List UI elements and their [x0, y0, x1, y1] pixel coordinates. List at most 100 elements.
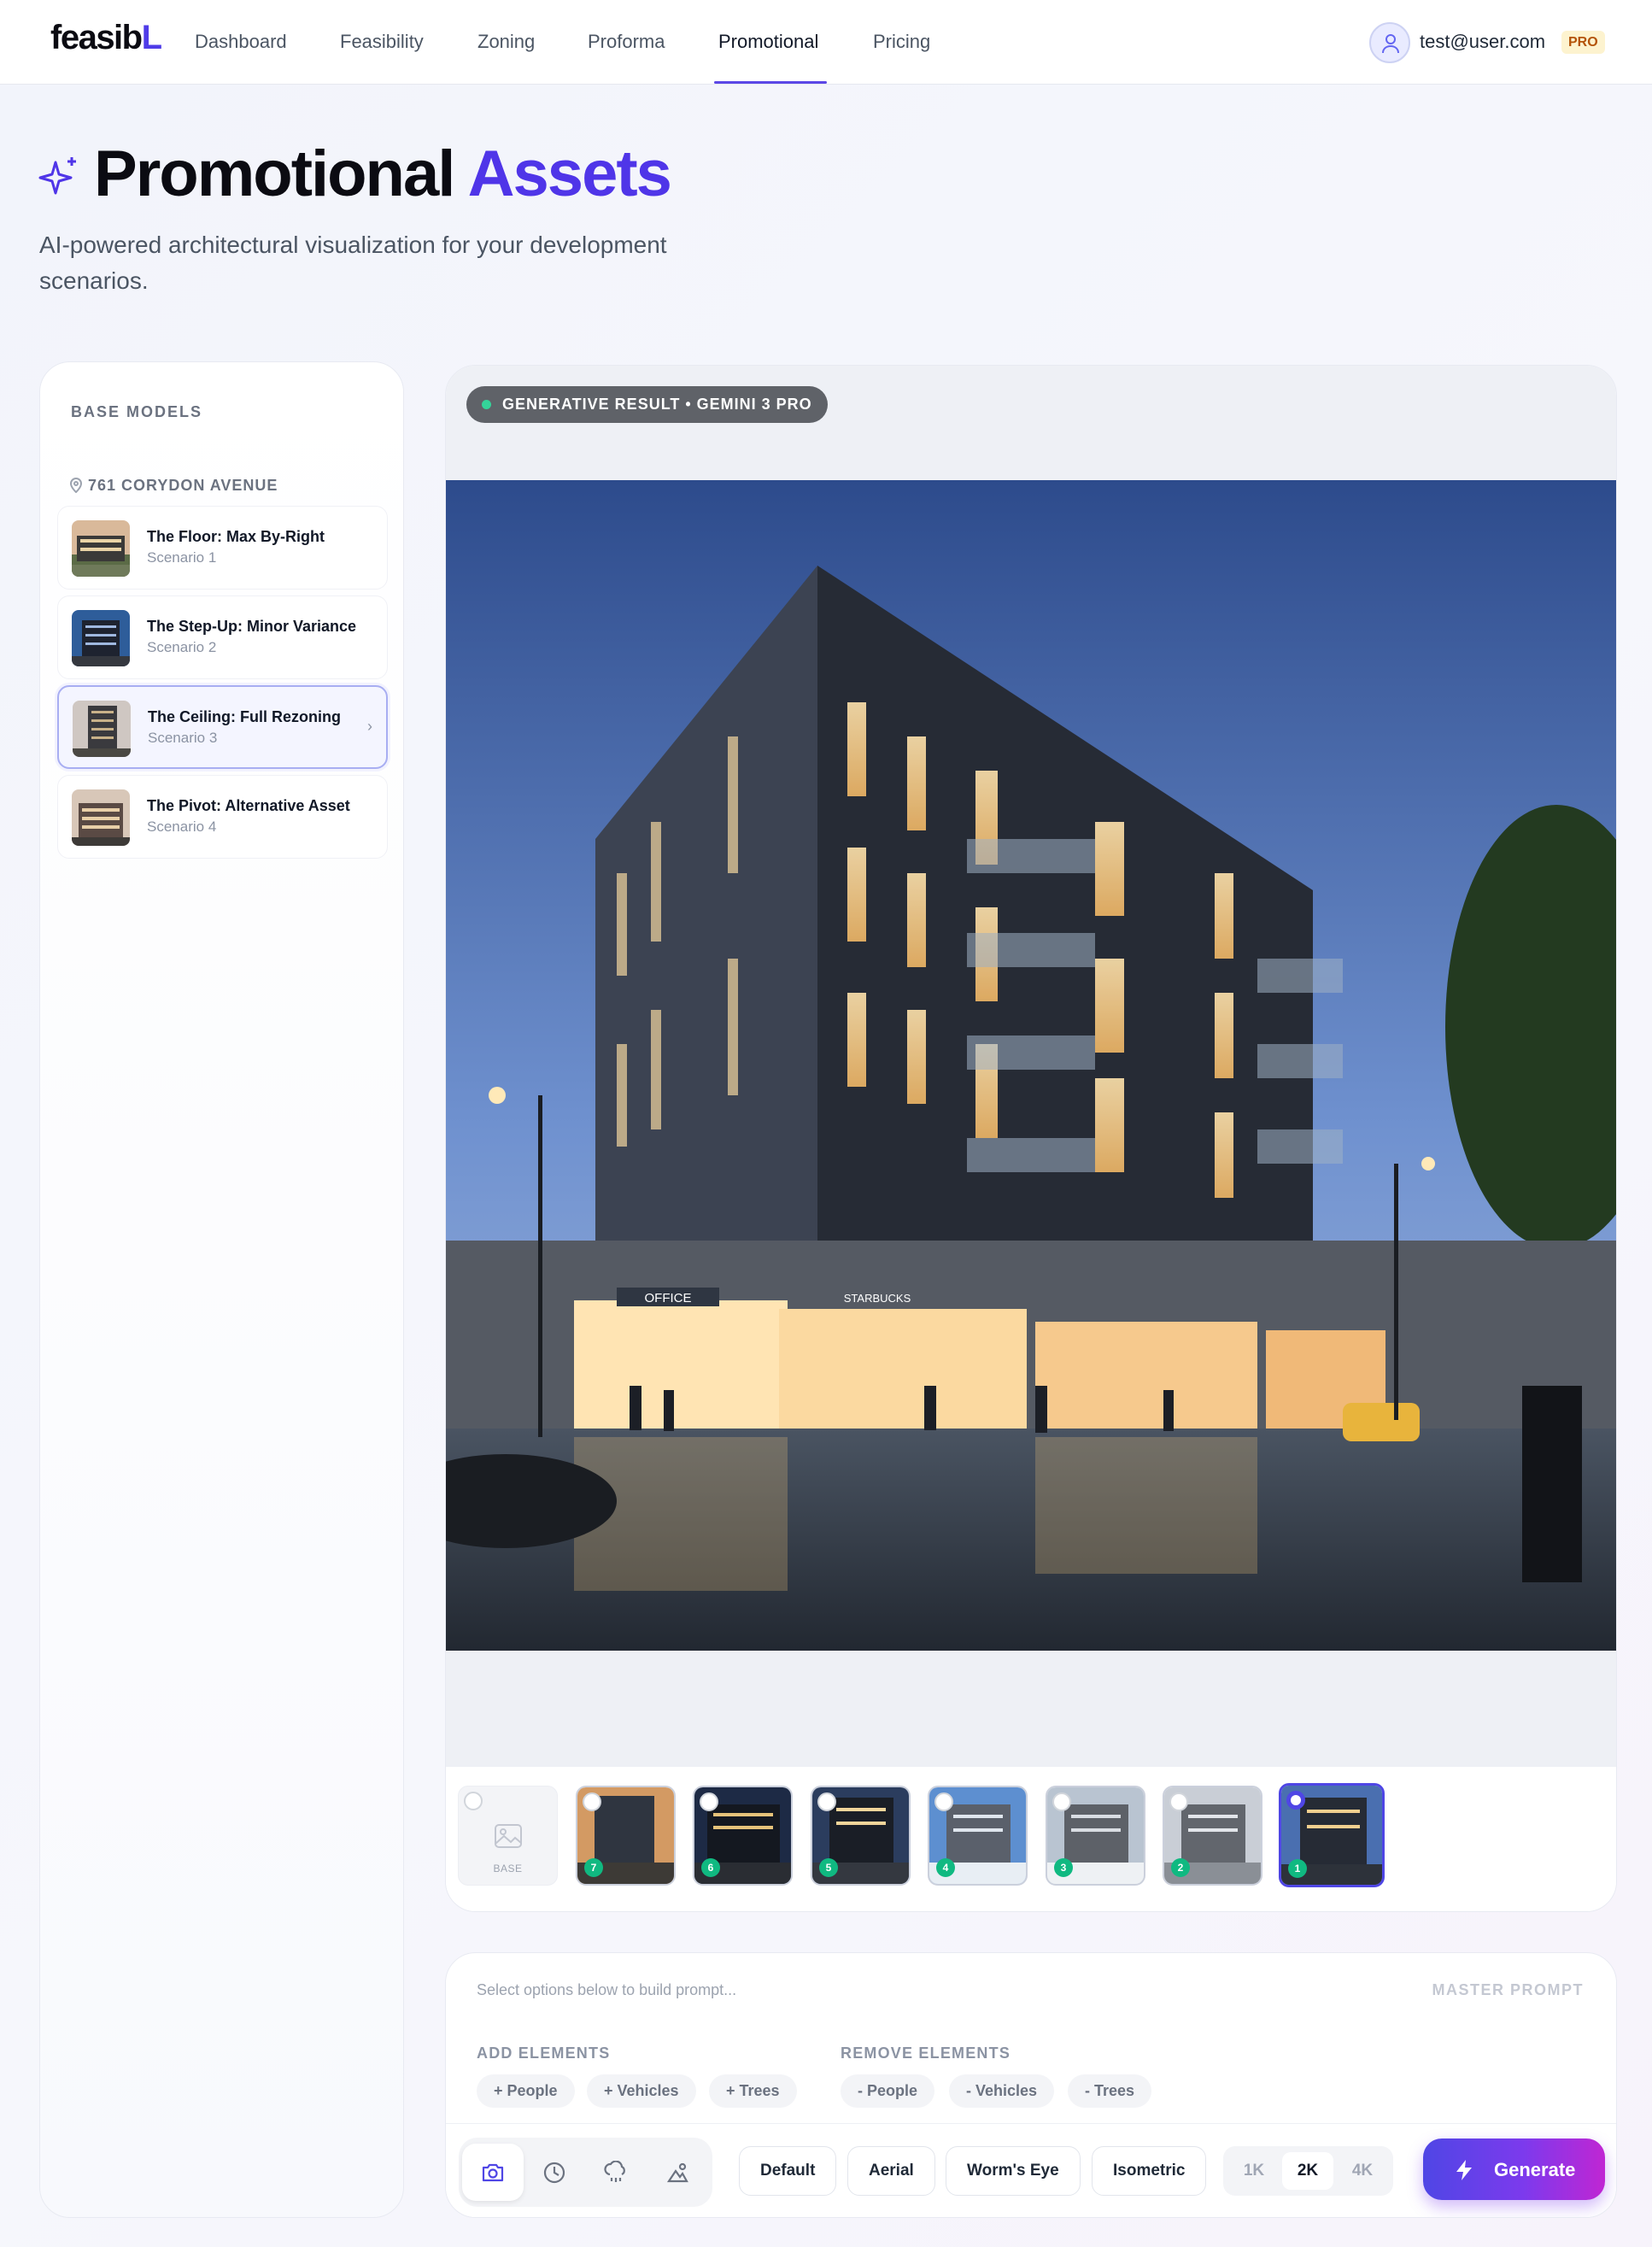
select-radio[interactable]	[583, 1792, 601, 1811]
page-title: Promotional Assets	[94, 138, 672, 210]
select-radio[interactable]	[817, 1792, 836, 1811]
variation-number: 2	[1171, 1858, 1190, 1877]
lightning-icon	[1456, 2160, 1472, 2180]
base-label: BASE	[493, 1863, 523, 1874]
clock-icon	[543, 2162, 565, 2184]
scenario-thumbnail	[72, 610, 130, 666]
nature-icon	[666, 2162, 688, 2183]
view-worms-eye-button[interactable]: Worm's Eye	[946, 2146, 1081, 2196]
user-email[interactable]: test@user.com	[1420, 31, 1545, 53]
scenario-title: The Floor: Max By-Right	[147, 528, 325, 545]
select-radio[interactable]	[1052, 1792, 1071, 1811]
add-trees-chip[interactable]: + Trees	[709, 2074, 797, 2108]
variation-thumbnail-4[interactable]: 4	[928, 1786, 1028, 1886]
camera-icon	[482, 2163, 504, 2182]
variation-thumbnail-2[interactable]: 2	[1163, 1786, 1262, 1886]
remove-elements-title: REMOVE ELEMENTS	[841, 2045, 1011, 2062]
rendered-building-image[interactable]: OFFICE STARBUCKS	[446, 480, 1617, 1651]
add-people-chip[interactable]: + People	[477, 2074, 575, 2108]
landscape-button[interactable]	[647, 2144, 708, 2201]
chevron-right-icon: ›	[367, 718, 372, 735]
resolution-1k-option[interactable]: 1K	[1228, 2152, 1280, 2190]
variations-strip: BASE 7 6 5 4 3 2 1	[446, 1767, 1616, 1911]
prompt-builder-panel: Select options below to build prompt... …	[445, 1952, 1617, 2218]
add-vehicles-chip[interactable]: + Vehicles	[587, 2074, 696, 2108]
variation-thumbnail-3[interactable]: 3	[1046, 1786, 1145, 1886]
scenario-thumbnail	[72, 789, 130, 846]
sidebar-heading: BASE MODELS	[71, 403, 203, 420]
nav-link-proforma[interactable]: Proforma	[588, 31, 665, 53]
prompt-input[interactable]: Select options below to build prompt...	[477, 1981, 736, 1999]
sparkle-icon	[38, 157, 76, 195]
top-nav: feasibL Dashboard Feasibility Zoning Pro…	[0, 0, 1652, 85]
add-elements-title: ADD ELEMENTS	[477, 2045, 611, 2062]
remove-people-chip[interactable]: - People	[841, 2074, 935, 2108]
scenario-thumbnail	[73, 701, 131, 757]
sidebar-location: 761 CORYDON AVENUE	[69, 477, 278, 495]
mode-toggle-group	[459, 2138, 712, 2207]
nav-link-promotional[interactable]: Promotional	[718, 31, 818, 53]
variation-thumbnail-1[interactable]: 1	[1279, 1783, 1385, 1887]
camera-mode-button[interactable]	[462, 2144, 524, 2201]
generate-label: Generate	[1494, 2159, 1576, 2180]
image-placeholder-icon	[495, 1824, 522, 1848]
status-dot	[482, 400, 491, 409]
resolution-2k-option[interactable]: 2K	[1282, 2152, 1333, 2190]
variation-number: 1	[1288, 1859, 1307, 1878]
logo[interactable]: feasibL	[50, 19, 162, 57]
view-aerial-button[interactable]: Aerial	[847, 2146, 935, 2196]
variation-thumbnail-5[interactable]: 5	[811, 1786, 911, 1886]
page-subtitle: AI-powered architectural visualization f…	[39, 232, 667, 294]
select-radio[interactable]	[464, 1792, 483, 1810]
nav-link-feasibility[interactable]: Feasibility	[340, 31, 424, 53]
scenario-subtitle: Scenario 4	[147, 818, 217, 835]
scenario-title: The Pivot: Alternative Asset	[147, 797, 350, 814]
active-tab-indicator	[714, 81, 827, 84]
model-badge: GENERATIVE RESULT • GEMINI 3 PRO	[466, 386, 828, 423]
svg-text:OFFICE: OFFICE	[645, 1291, 692, 1305]
viewer-stage: GENERATIVE RESULT • GEMINI 3 PRO OFFICE …	[446, 366, 1617, 1767]
variation-number: 6	[701, 1858, 720, 1877]
remove-trees-chip[interactable]: - Trees	[1068, 2074, 1152, 2108]
variation-number: 7	[584, 1858, 603, 1877]
remove-vehicles-chip[interactable]: - Vehicles	[949, 2074, 1055, 2108]
variation-number: 3	[1054, 1858, 1073, 1877]
svg-text:STARBUCKS: STARBUCKS	[844, 1292, 911, 1305]
select-radio[interactable]	[934, 1792, 953, 1811]
select-radio[interactable]	[1169, 1792, 1188, 1811]
scenario-item-1[interactable]: The Floor: Max By-Right Scenario 1	[57, 506, 388, 590]
nav-link-dashboard[interactable]: Dashboard	[195, 31, 287, 53]
scenario-item-2[interactable]: The Step-Up: Minor Variance Scenario 2	[57, 595, 388, 679]
variation-thumbnail-7[interactable]: 7	[576, 1786, 676, 1886]
view-default-button[interactable]: Default	[739, 2146, 837, 2196]
base-thumbnail[interactable]: BASE	[458, 1786, 558, 1886]
scenario-subtitle: Scenario 1	[147, 549, 217, 566]
scenario-subtitle: Scenario 2	[147, 639, 217, 655]
nav-link-zoning[interactable]: Zoning	[477, 31, 535, 53]
map-pin-icon	[69, 478, 83, 494]
variation-thumbnail-6[interactable]: 6	[693, 1786, 793, 1886]
user-icon	[1382, 34, 1399, 54]
master-prompt-label: MASTER PROMPT	[1432, 1981, 1584, 1998]
weather-icon	[604, 2161, 625, 2182]
scenario-thumbnail	[72, 520, 130, 577]
weather-button[interactable]	[585, 2144, 647, 2201]
nav-link-pricing[interactable]: Pricing	[873, 31, 930, 53]
plan-badge: PRO	[1561, 31, 1605, 54]
select-radio[interactable]	[1286, 1791, 1305, 1810]
generate-button[interactable]: Generate	[1423, 2138, 1605, 2200]
resolution-selector: 1K 2K 4K	[1223, 2146, 1393, 2196]
resolution-4k-option[interactable]: 4K	[1337, 2152, 1388, 2190]
select-radio[interactable]	[700, 1792, 718, 1811]
view-isometric-button[interactable]: Isometric	[1092, 2146, 1207, 2196]
scenario-subtitle: Scenario 3	[148, 730, 218, 746]
time-of-day-button[interactable]	[524, 2144, 585, 2201]
variation-number: 4	[936, 1858, 955, 1877]
variation-number: 5	[819, 1858, 838, 1877]
scenario-item-3[interactable]: The Ceiling: Full Rezoning Scenario 3 ›	[57, 685, 388, 769]
prompt-toolbar: Default Aerial Worm's Eye Isometric 1K 2…	[446, 2123, 1616, 2217]
avatar[interactable]	[1369, 22, 1410, 63]
scenario-title: The Ceiling: Full Rezoning	[148, 708, 341, 725]
base-models-sidebar: BASE MODELS 761 CORYDON AVENUE The Floor…	[39, 361, 404, 2218]
scenario-item-4[interactable]: The Pivot: Alternative Asset Scenario 4	[57, 775, 388, 859]
